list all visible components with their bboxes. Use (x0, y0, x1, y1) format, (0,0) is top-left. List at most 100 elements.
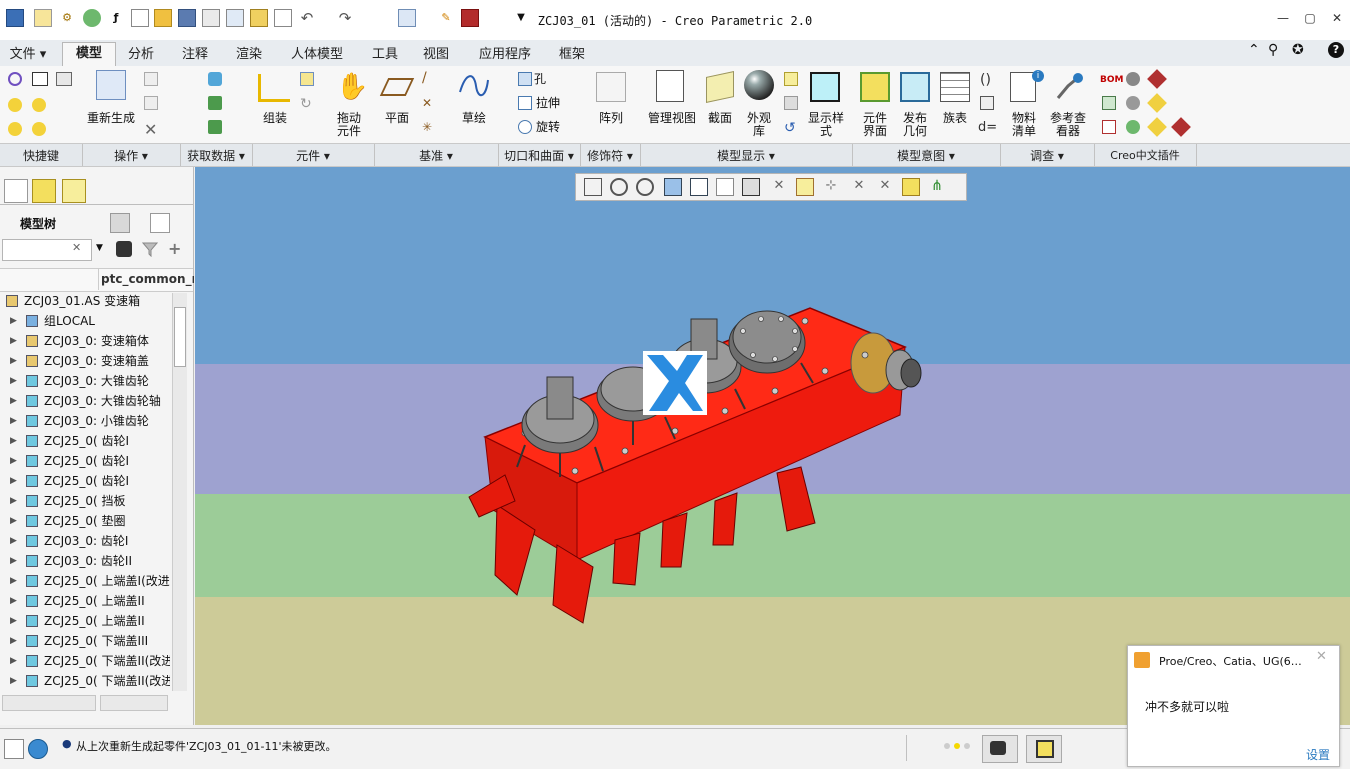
graphics-window[interactable]: ✕ ⊹ ✕ ✕ ⋔ (195, 167, 1350, 725)
relations-icon[interactable] (980, 96, 994, 110)
extrude-button[interactable]: 拉伸 (536, 97, 560, 110)
copy-geometry-icon[interactable] (208, 96, 222, 110)
tab-annotate[interactable]: 注释 (170, 44, 220, 66)
axis-icon[interactable]: / (422, 70, 427, 86)
sketch-icon[interactable] (458, 72, 490, 100)
tree-item[interactable]: ▶ ZCJ25_0( 下端盖III (0, 631, 170, 651)
group-operations[interactable]: 操作 ▾ (82, 147, 180, 164)
tab-model[interactable]: 模型 (62, 42, 116, 67)
tree-item[interactable]: ▶ ZCJ03_0: 齿轮II (0, 551, 170, 571)
bom-button[interactable]: 物料 清单 (1004, 112, 1044, 138)
expand-icon[interactable]: ▶ (10, 331, 17, 351)
group-investigate[interactable]: 调查 ▾ (1000, 147, 1094, 164)
plane-icon[interactable] (379, 78, 415, 96)
tree-item[interactable]: ▶ ZCJ03_0: 大锥齿轮轴 (0, 391, 170, 411)
paste-icon[interactable] (144, 96, 158, 110)
binoculars-icon[interactable] (116, 241, 132, 257)
sketch-button[interactable]: 草绘 (452, 112, 496, 125)
tab-analysis[interactable]: 分析 (118, 44, 164, 66)
tab-render[interactable]: 渲染 (224, 44, 274, 66)
browser-toggle-icon[interactable] (28, 739, 48, 759)
layer-icon[interactable] (56, 72, 72, 86)
expand-icon[interactable]: ▶ (10, 551, 17, 571)
tree-item[interactable]: ▶ ZCJ25_0( 上端盖I(改进) (0, 571, 170, 591)
favorites-tab[interactable] (62, 179, 86, 203)
repaint-icon[interactable] (664, 178, 682, 196)
search-dropdown-icon[interactable]: ▼ (96, 243, 103, 253)
tree-item[interactable]: ▶ ZCJ03_0: 齿轮I (0, 531, 170, 551)
settings-link[interactable]: 设置 (1306, 746, 1330, 763)
expand-icon[interactable]: ▶ (10, 651, 17, 671)
section-button[interactable]: 截面 (700, 112, 740, 125)
horizontal-scrollbar[interactable] (100, 695, 168, 711)
appearance-gallery-icon[interactable] (744, 70, 774, 100)
expand-icon[interactable]: ▶ (10, 411, 17, 431)
tree-item[interactable]: ▶ ZCJ03_0: 变速箱体 (0, 331, 170, 351)
user-feature-icon[interactable] (208, 72, 222, 86)
tab-file[interactable]: 文件 ▾ (0, 44, 56, 66)
expand-icon[interactable]: ▶ (10, 511, 17, 531)
delete-icon[interactable]: ✕ (144, 120, 157, 139)
section-icon[interactable] (706, 71, 734, 103)
pencil-icon[interactable] (1147, 93, 1167, 113)
tree-item[interactable]: ▶ ZCJ25_0( 垫圈 (0, 511, 170, 531)
csys-icon[interactable]: ✳ (422, 120, 432, 134)
expand-icon[interactable]: ▶ (10, 671, 17, 691)
toggle-navigator-icon[interactable] (4, 739, 24, 759)
group-component[interactable]: 元件 ▾ (252, 147, 374, 164)
tree-item[interactable]: ▶ ZCJ25_0( 挡板 (0, 491, 170, 511)
search-icon[interactable]: ⚲ (1268, 42, 1278, 58)
gear-icon[interactable] (1126, 72, 1140, 86)
drag-components-button[interactable]: 拖动 元件 (326, 112, 372, 138)
folder-browser-tab[interactable] (32, 179, 56, 203)
spin-center-icon[interactable] (902, 178, 920, 196)
column-header-label[interactable]: ptc_common_r (98, 268, 194, 290)
assemble-icon[interactable] (258, 74, 290, 102)
pencil-icon[interactable] (1147, 117, 1167, 137)
tree-item[interactable]: ▶ ZCJ25_0( 齿轮I (0, 471, 170, 491)
pin-icon[interactable] (1147, 69, 1167, 89)
publish-geometry-icon[interactable] (900, 72, 930, 102)
tree-item[interactable]: ▶ ZCJ25_0( 齿轮I (0, 451, 170, 471)
family-table-icon[interactable] (940, 72, 970, 102)
saved-views-icon[interactable] (784, 72, 798, 86)
saved-orientations-icon[interactable] (716, 178, 734, 196)
pattern-button[interactable]: 阵列 (590, 112, 632, 125)
expand-icon[interactable]: ▶ (10, 391, 17, 411)
expand-icon[interactable]: ▶ (10, 571, 17, 591)
plane-display-icon[interactable]: ✕ (770, 178, 788, 196)
expand-icon[interactable]: ▶ (10, 451, 17, 471)
plane-button[interactable]: 平面 (376, 112, 418, 125)
tab-view[interactable]: 视图 (416, 44, 456, 66)
add-icon[interactable]: + (168, 239, 181, 258)
close-icon[interactable]: ✕ (1316, 649, 1327, 664)
expand-icon[interactable]: ▶ (10, 351, 17, 371)
filter-icon[interactable] (141, 241, 159, 258)
csys-display-icon[interactable]: ✕ (850, 178, 868, 196)
component-interface-button[interactable]: 元件 界面 (856, 112, 894, 138)
expand-icon[interactable]: ▶ (10, 471, 17, 491)
create-component-icon[interactable] (300, 72, 314, 86)
globe-icon[interactable] (1126, 120, 1140, 134)
pin-icon[interactable] (1171, 117, 1191, 137)
gear-icon[interactable] (1126, 96, 1140, 110)
component-interface-icon[interactable] (860, 72, 890, 102)
help-icon[interactable]: ? (1328, 42, 1344, 58)
view-manager-icon[interactable] (742, 178, 760, 196)
tab-manikin[interactable]: 人体模型 (280, 44, 354, 66)
expand-icon[interactable]: ▶ (10, 311, 17, 331)
expand-icon[interactable]: ▶ (10, 631, 17, 651)
drag-hand-icon[interactable]: ✋ (336, 72, 368, 102)
copy-icon[interactable] (144, 72, 158, 86)
assemble-button[interactable]: 组装 (252, 112, 298, 125)
revolve-button[interactable]: 旋转 (536, 121, 560, 134)
tree-item[interactable]: ▶ ZCJ03_0: 大锥齿轮 (0, 371, 170, 391)
network-icon[interactable]: ⋔ (928, 178, 946, 196)
reorient-icon[interactable]: ↺ (784, 120, 796, 136)
tree-item[interactable]: ZCJ03_01.AS 变速箱 (0, 291, 170, 311)
reference-viewer-button[interactable]: 参考查 看器 (1044, 112, 1092, 138)
axis-display-icon[interactable] (796, 178, 814, 196)
maximize-button[interactable]: ▢ (1300, 10, 1320, 26)
display-style-icon[interactable] (690, 178, 708, 196)
expand-icon[interactable]: ▶ (10, 371, 17, 391)
